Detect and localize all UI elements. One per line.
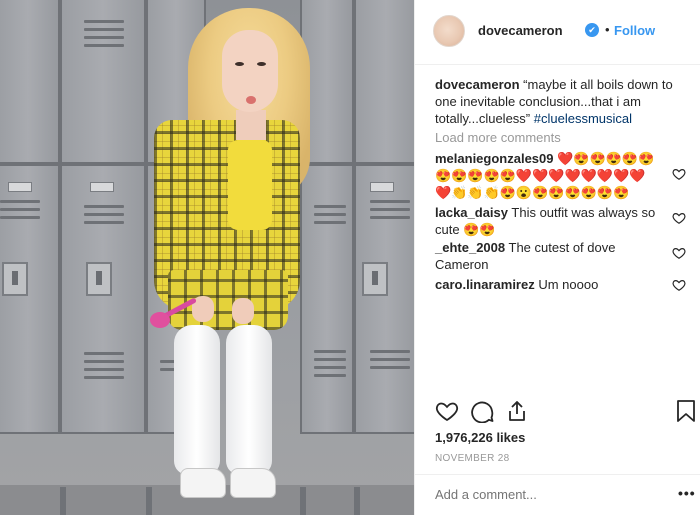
comment-text: Um noooo [538,277,599,292]
comment-item: melaniegonzales09 ❤️😍😍😍😍😍😍😍😍😍😍❤️❤️❤️❤️❤️… [435,150,661,201]
share-icon[interactable] [505,399,529,423]
avatar[interactable] [433,15,465,47]
comment-username[interactable]: _ehte_2008 [435,240,505,255]
post-caption: dovecameron “maybe it all boils down to … [435,76,675,127]
likes-count[interactable]: 1,976,226 likes [435,430,525,445]
bookmark-icon[interactable] [676,399,696,423]
locker-background [0,0,414,515]
comment-username[interactable]: melaniegonzales09 [435,151,554,166]
load-more-comments-button[interactable]: Load more comments [435,130,561,145]
caption-hashtag[interactable]: #cluelessmusical [534,111,632,126]
comment-item: lacka_daisy This outfit was always so cu… [435,204,661,238]
comment-heart-icon[interactable] [672,246,686,260]
post-date: NOVEMBER 28 [435,453,510,464]
divider [415,474,700,475]
author-username[interactable]: dovecameron [478,23,563,38]
caption-username[interactable]: dovecameron [435,77,520,92]
more-options-button[interactable]: ••• [678,485,696,501]
instagram-post: dovecameron ✔ • Follow dovecameron “mayb… [0,0,700,515]
comment-item: caro.linaramirez Um noooo [435,276,661,293]
comment-item: _ehte_2008 The cutest of dove Cameron [435,239,661,273]
comment-heart-icon[interactable] [672,167,686,181]
heart-icon[interactable] [435,399,459,423]
comment-username[interactable]: lacka_daisy [435,205,508,220]
add-comment-input[interactable] [435,487,655,502]
post-photo[interactable] [0,0,414,515]
action-bar [435,399,700,423]
post-side-panel: dovecameron ✔ • Follow dovecameron “mayb… [414,0,700,515]
comment-icon[interactable] [471,399,495,423]
comment-heart-icon[interactable] [672,211,686,225]
post-header: dovecameron ✔ • Follow [415,0,700,65]
comment-username[interactable]: caro.linaramirez [435,277,535,292]
comment-heart-icon[interactable] [672,278,686,292]
separator-dot: • [605,22,610,37]
follow-button[interactable]: Follow [614,23,655,38]
verified-badge-icon: ✔ [585,23,599,37]
